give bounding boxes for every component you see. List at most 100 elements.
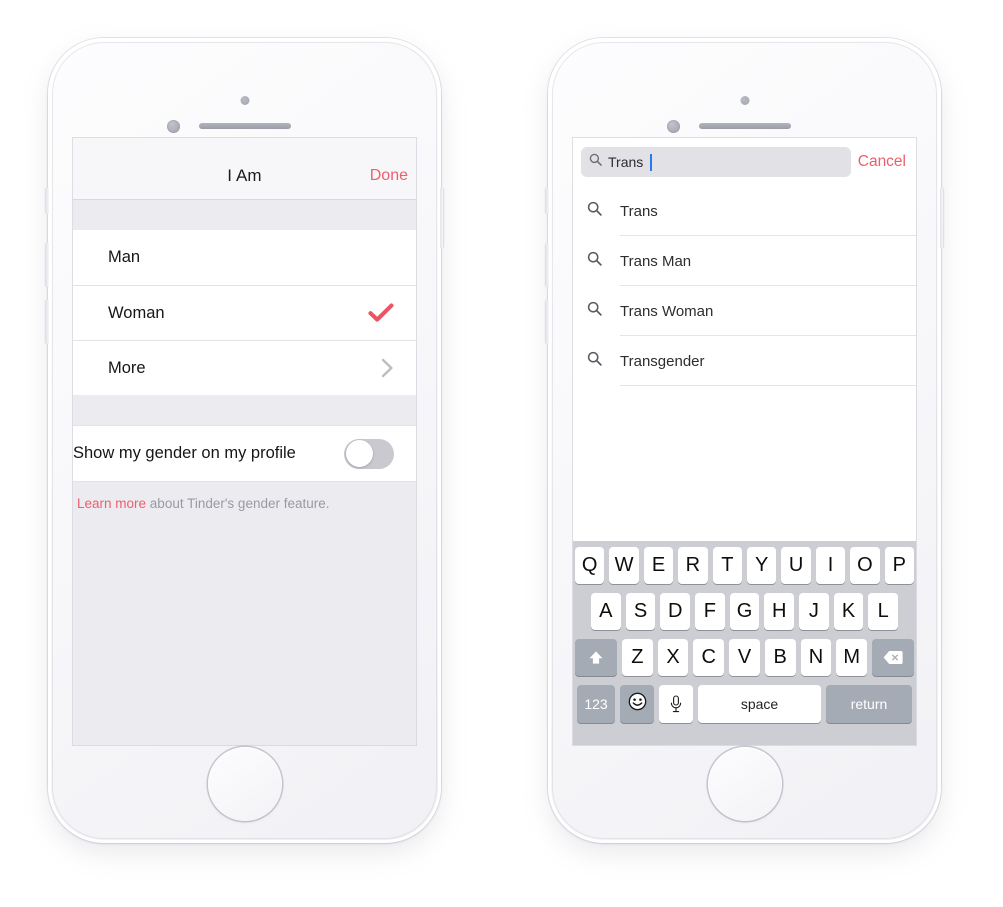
volume-up-button[interactable] (546, 243, 549, 287)
volume-down-button[interactable] (46, 300, 49, 344)
keyboard-bottom-bar (575, 732, 914, 745)
proximity-sensor-icon (166, 120, 180, 133)
earpiece-speaker-icon (698, 123, 791, 129)
key-t[interactable]: T (712, 547, 742, 584)
page-title: I Am (227, 166, 262, 185)
key-a[interactable]: A (590, 593, 621, 630)
option-label-woman: Woman (108, 303, 165, 322)
search-icon (587, 301, 602, 321)
search-input-value: Trans (608, 154, 644, 170)
space-key[interactable]: space (698, 685, 821, 723)
gender-feature-footnote: Learn more about Tinder's gender feature… (73, 482, 416, 511)
key-v[interactable]: V (729, 639, 760, 676)
power-button[interactable] (440, 188, 443, 248)
key-k[interactable]: K (833, 593, 864, 630)
key-o[interactable]: O (850, 547, 880, 584)
iphone-device-left: I Am Done Man Woman More Show my gender … (46, 38, 443, 843)
keyboard-row-2: A S D F G H J K L (575, 593, 914, 630)
key-u[interactable]: U (781, 547, 811, 584)
emoji-smiley-icon (628, 692, 647, 716)
key-r[interactable]: R (678, 547, 708, 584)
key-m[interactable]: M (836, 639, 868, 676)
search-icon (587, 201, 602, 221)
key-n[interactable]: N (800, 639, 832, 676)
key-e[interactable]: E (643, 547, 674, 584)
key-h[interactable]: H (764, 593, 795, 630)
front-camera-icon (740, 96, 749, 105)
key-f[interactable]: F (695, 593, 725, 630)
show-gender-label: Show my gender on my profile (73, 444, 296, 462)
screen-left: I Am Done Man Woman More Show my gender … (73, 138, 416, 745)
key-i[interactable]: I (815, 547, 846, 584)
list-empty-space (573, 386, 916, 541)
list-item[interactable]: Transgender (573, 336, 916, 386)
home-button-icon[interactable] (207, 747, 282, 821)
key-b[interactable]: B (764, 639, 796, 676)
key-q[interactable]: Q (574, 547, 605, 584)
gender-options-group: Man Woman More (73, 230, 416, 395)
key-d[interactable]: D (660, 593, 690, 630)
list-item-label: Trans Man (620, 252, 692, 270)
option-row-more[interactable]: More (73, 340, 416, 395)
key-c[interactable]: C (693, 639, 725, 676)
done-button[interactable]: Done (370, 167, 408, 185)
show-gender-toggle-row[interactable]: Show my gender on my profile (73, 425, 416, 482)
key-s[interactable]: S (625, 593, 656, 630)
dictation-key[interactable] (659, 685, 693, 723)
microphone-icon (670, 695, 682, 713)
power-button[interactable] (940, 188, 943, 248)
iphone-device-right: Trans Cancel Trans Trans Man Trans Woman… (546, 38, 943, 843)
option-label-more: More (108, 358, 146, 377)
search-icon (587, 351, 602, 371)
search-suggestions-list: Trans Trans Man Trans Woman Transgender (573, 186, 916, 386)
list-item[interactable]: Trans Man (573, 236, 916, 286)
key-g[interactable]: G (729, 593, 760, 630)
list-item-label: Transgender (620, 352, 705, 370)
search-icon (587, 251, 602, 271)
section-gap-middle (73, 395, 416, 425)
keyboard-row-1: Q W E R T Y U I O P (574, 547, 915, 584)
text-cursor (650, 153, 653, 171)
emoji-key[interactable] (620, 685, 654, 723)
return-key[interactable]: return (826, 685, 912, 723)
option-label-man: Man (108, 248, 141, 266)
backspace-delete-icon (883, 650, 903, 665)
shift-up-arrow-icon (588, 650, 604, 666)
option-row-woman[interactable]: Woman (73, 285, 416, 340)
numbers-key[interactable]: 123 (577, 685, 615, 723)
key-y[interactable]: Y (747, 547, 777, 584)
screenshot-canvas: I Am Done Man Woman More Show my gender … (0, 0, 1003, 907)
front-camera-icon (240, 96, 249, 105)
shift-key[interactable] (574, 639, 617, 676)
earpiece-speaker-icon (198, 123, 291, 129)
search-input[interactable]: Trans (581, 147, 851, 177)
search-icon (589, 153, 602, 171)
key-z[interactable]: Z (621, 639, 653, 676)
silent-switch-button[interactable] (546, 188, 549, 214)
list-item-label: Trans (620, 202, 658, 220)
keyboard-row-3: Z X C V B N M (574, 639, 915, 676)
proximity-sensor-icon (666, 120, 680, 133)
list-item-label: Trans Woman (620, 302, 714, 320)
switch-knob (345, 440, 373, 467)
cancel-button[interactable]: Cancel (858, 153, 908, 171)
list-item[interactable]: Trans Woman (573, 286, 916, 336)
footnote-rest-text: about Tinder's gender feature. (146, 496, 330, 511)
option-row-man[interactable]: Man (73, 230, 416, 285)
key-p[interactable]: P (884, 547, 915, 584)
navigation-bar: I Am Done (73, 138, 416, 200)
learn-more-link[interactable]: Learn more (77, 496, 146, 511)
key-l[interactable]: L (868, 593, 899, 630)
key-w[interactable]: W (609, 547, 639, 584)
backspace-key[interactable] (872, 639, 915, 676)
show-gender-switch[interactable] (344, 438, 394, 469)
key-j[interactable]: J (799, 593, 829, 630)
key-x[interactable]: X (657, 639, 689, 676)
home-button-icon[interactable] (707, 747, 782, 821)
volume-up-button[interactable] (46, 243, 49, 287)
screen-right: Trans Cancel Trans Trans Man Trans Woman… (573, 138, 916, 745)
list-item[interactable]: Trans (573, 186, 916, 236)
on-screen-keyboard: Q W E R T Y U I O P A S D F G H J K L Z … (573, 541, 916, 745)
silent-switch-button[interactable] (46, 188, 49, 214)
volume-down-button[interactable] (546, 300, 549, 344)
